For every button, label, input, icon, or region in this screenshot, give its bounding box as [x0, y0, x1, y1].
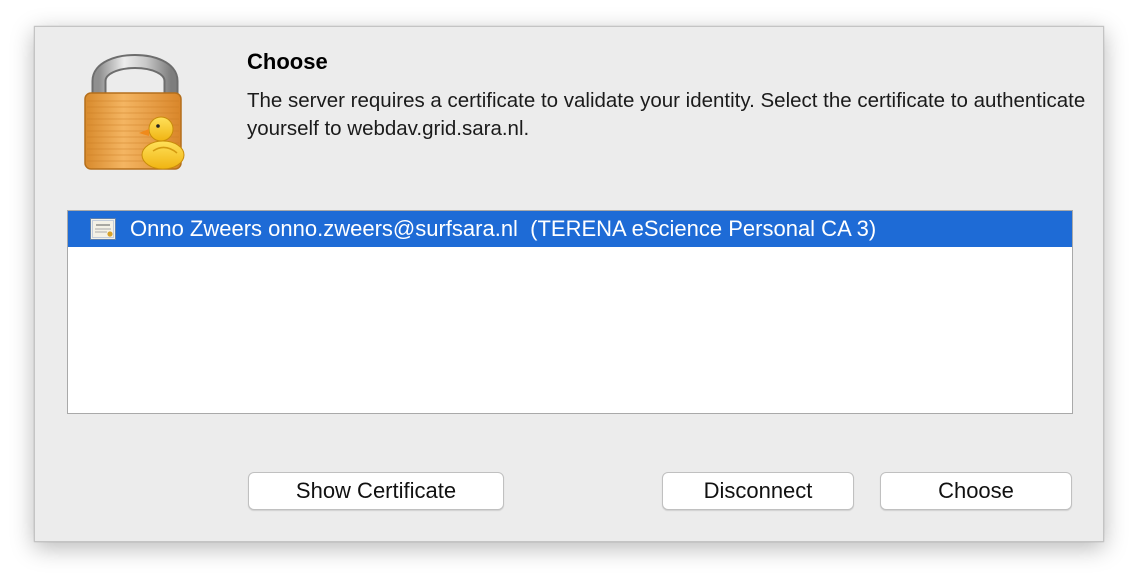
certificate-icon	[90, 218, 116, 240]
choose-button[interactable]: Choose	[880, 472, 1072, 510]
disconnect-button[interactable]: Disconnect	[662, 472, 854, 510]
certificate-dialog: Choose The server requires a certificate…	[34, 26, 1104, 542]
certificate-row-selected[interactable]: Onno Zweers onno.zweers@surfsara.nl (TER…	[68, 211, 1072, 247]
dialog-title: Choose	[247, 49, 328, 74]
show-certificate-button[interactable]: Show Certificate	[248, 472, 504, 510]
certificate-label: Onno Zweers onno.zweers@surfsara.nl (TER…	[130, 216, 877, 241]
lock-duck-icon	[84, 54, 185, 170]
dialog-message: The server requires a certificate to val…	[247, 89, 1086, 140]
certificate-list[interactable]: Onno Zweers onno.zweers@surfsara.nl (TER…	[67, 210, 1073, 414]
